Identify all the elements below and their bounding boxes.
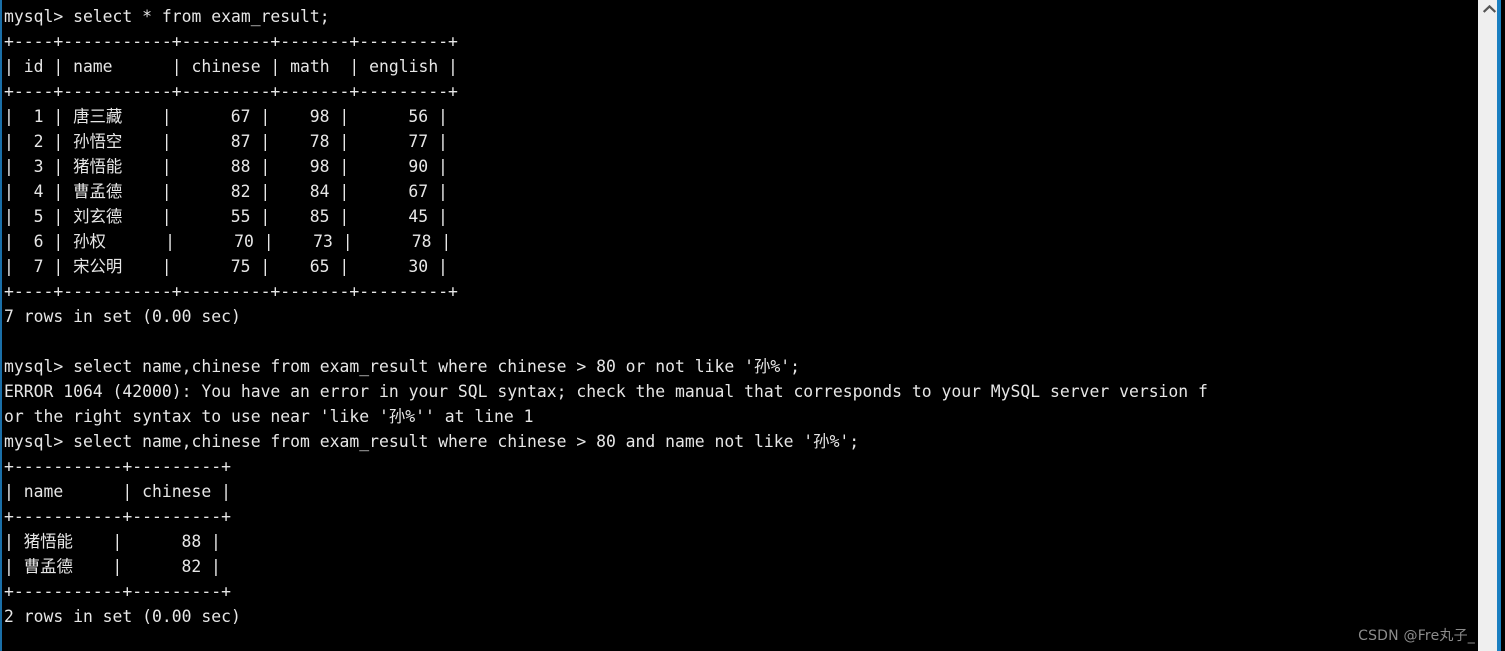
watermark: CSDN @Fre丸子_: [1358, 628, 1475, 644]
console-line: | 3 | 猪悟能 | 88 | 98 | 90 |: [4, 157, 448, 176]
scrollbar-edge-rule: [1497, 0, 1501, 651]
console-output[interactable]: mysql> select * from exam_result; +----+-…: [0, 0, 1478, 651]
console-line: | id | name | chinese | math | english |: [4, 57, 458, 76]
console-line: mysql> select * from exam_result;: [4, 7, 330, 26]
console-line: +-----------+---------+: [4, 507, 231, 526]
console-line: | 猪悟能 | 88 |: [4, 532, 221, 551]
console-line: | 2 | 孙悟空 | 87 | 78 | 77 |: [4, 132, 448, 151]
console-line: mysql> select name,chinese from exam_res…: [4, 357, 800, 376]
terminal-window[interactable]: mysql> select * from exam_result; +----+-…: [0, 0, 1505, 651]
console-line: | 7 | 宋公明 | 75 | 65 | 30 |: [4, 257, 448, 276]
console-line: ERROR 1064 (42000): You have an error in…: [4, 382, 1208, 401]
console-line: | 5 | 刘玄德 | 55 | 85 | 45 |: [4, 207, 448, 226]
vertical-scrollbar[interactable]: [1478, 0, 1501, 651]
console-line: | 曹孟德 | 82 |: [4, 557, 221, 576]
console-line: 7 rows in set (0.00 sec): [4, 307, 241, 326]
console-line: mysql> select name,chinese from exam_res…: [4, 432, 860, 451]
console-line: +-----------+---------+: [4, 457, 231, 476]
console-line: 2 rows in set (0.00 sec): [4, 607, 241, 626]
console-line: +----+-----------+---------+-------+----…: [4, 32, 458, 51]
console-line: +-----------+---------+: [4, 582, 231, 601]
console-line: | 4 | 曹孟德 | 82 | 84 | 67 |: [4, 182, 448, 201]
console-line: +----+-----------+---------+-------+----…: [4, 82, 458, 101]
console-line: | 1 | 唐三藏 | 67 | 98 | 56 |: [4, 107, 448, 126]
console-line: +----+-----------+---------+-------+----…: [4, 282, 458, 301]
console-line: or the right syntax to use near 'like '孙…: [4, 407, 534, 426]
console-line: | 6 | 孙权 | 70 | 73 | 78 |: [4, 232, 452, 251]
console-line: | name | chinese |: [4, 482, 231, 501]
